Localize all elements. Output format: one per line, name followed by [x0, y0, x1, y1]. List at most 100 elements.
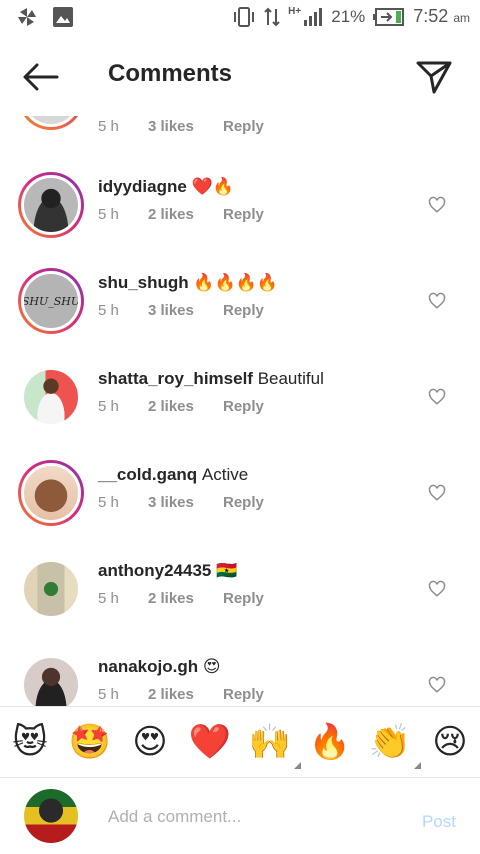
comment-likes[interactable]: 2 likes [148, 590, 223, 607]
arrow-left-icon [23, 63, 59, 91]
comment-likes[interactable]: 2 likes [148, 398, 223, 415]
heart-icon[interactable] [428, 292, 446, 310]
comment-time: 5 h [98, 206, 119, 223]
comment-item: __cold.ganq Active 5 h 3 likes Reply [0, 454, 480, 550]
emoji-heart-eyes-button[interactable]: 😍 [125, 725, 175, 759]
username-link[interactable]: shatta_roy_himself [98, 369, 253, 388]
vibrate-icon [234, 6, 255, 27]
comment-body: Beautiful [257, 369, 324, 388]
emoji-fire-button[interactable]: 🔥 [305, 725, 355, 759]
emoji-heart-eyes-cat-button[interactable]: 😻 [5, 725, 55, 759]
clock-time: 7:52 [413, 6, 449, 26]
emoji-red-heart-button[interactable]: ❤️ [185, 725, 235, 759]
comment-composer: Post [0, 778, 480, 854]
avatar[interactable] [18, 460, 84, 526]
comment-text: nanakojo.gh 😍 [98, 657, 221, 677]
reply-button[interactable]: Reply [223, 590, 264, 607]
username-link[interactable]: shu_shugh [98, 273, 189, 292]
emoji-clapping-button[interactable]: 👏 [365, 725, 421, 769]
avatar[interactable] [18, 172, 84, 238]
status-icons-right: H+ 21% 7:52 am [232, 6, 470, 27]
comment-likes[interactable]: 3 likes [148, 494, 223, 511]
my-avatar [24, 789, 78, 843]
avatar[interactable] [18, 116, 84, 130]
header: Comments [0, 36, 480, 116]
username-link[interactable]: idyydiagne [98, 177, 187, 196]
status-icons-left [16, 6, 74, 28]
emoji-bar: 😻 🤩 😍 ❤️ 🙌 🔥 👏 😢 [0, 706, 480, 778]
comment-text: shu_shugh 🔥🔥🔥🔥 [98, 273, 278, 293]
comment-text: idyydiagne ❤️🔥 [98, 177, 234, 197]
reply-button[interactable]: Reply [223, 398, 264, 415]
comment-item: SHU_SHU shu_shugh 🔥🔥🔥🔥 5 h 3 likes Reply [0, 262, 480, 358]
comment-time: 5 h [98, 118, 119, 135]
comment-likes[interactable]: 2 likes [148, 206, 223, 223]
avatar[interactable] [18, 556, 84, 622]
clock-ampm: am [453, 11, 470, 25]
comments-list[interactable]: 5 h 3 likes Reply idyydiagne ❤️🔥 5 h 2 l… [0, 116, 480, 706]
comment-body: 🇬🇭 [216, 561, 238, 580]
heart-icon[interactable] [428, 676, 446, 694]
username-link[interactable]: __cold.ganq [98, 465, 197, 484]
gallery-icon [53, 7, 73, 27]
heart-icon[interactable] [428, 484, 446, 502]
avatar[interactable]: SHU_SHU [18, 268, 84, 334]
pinwheel-icon [18, 8, 36, 26]
avatar-text: SHU_SHU [21, 294, 81, 308]
comment-item: 5 h 3 likes Reply [0, 116, 480, 170]
heart-icon[interactable] [428, 580, 446, 598]
comment-meta: 5 h 2 likes Reply [98, 590, 264, 607]
username-link[interactable]: nanakojo.gh [98, 657, 198, 676]
avatar[interactable] [18, 364, 84, 430]
comment-body: 🔥🔥🔥🔥 [193, 273, 279, 292]
clock: 7:52 am [413, 6, 470, 27]
share-button[interactable] [414, 58, 454, 96]
comment-input[interactable] [108, 804, 398, 830]
comment-likes[interactable]: 2 likes [148, 686, 223, 703]
page-title: Comments [108, 60, 233, 87]
comment-item: nanakojo.gh 😍 5 h 2 likes Reply [0, 646, 480, 706]
battery-charging-icon [373, 7, 405, 26]
reply-button[interactable]: Reply [223, 494, 264, 511]
comment-text: shatta_roy_himself Beautiful [98, 369, 324, 389]
comment-time: 5 h [98, 686, 119, 703]
paper-plane-icon [416, 61, 452, 94]
comment-meta: 5 h 3 likes Reply [98, 302, 264, 319]
username-link[interactable]: anthony24435 [98, 561, 211, 580]
status-bar: H+ 21% 7:52 am [0, 0, 480, 36]
emoji-raised-hands-button[interactable]: 🙌 [245, 723, 301, 769]
reply-button[interactable]: Reply [223, 206, 264, 223]
emoji-star-struck-button[interactable]: 🤩 [65, 725, 115, 759]
comment-meta: 5 h 2 likes Reply [98, 686, 264, 703]
comment-time: 5 h [98, 398, 119, 415]
comment-text: anthony24435 🇬🇭 [98, 561, 237, 581]
comment-likes[interactable]: 3 likes [148, 302, 223, 319]
comment-likes[interactable]: 3 likes [148, 118, 223, 135]
reply-button[interactable]: Reply [223, 302, 264, 319]
reply-button[interactable]: Reply [223, 686, 264, 703]
data-arrows-icon [264, 7, 280, 26]
comment-body: 😍 [202, 657, 221, 676]
reply-button[interactable]: Reply [223, 118, 264, 135]
avatar[interactable] [18, 652, 84, 706]
skin-tone-indicator-icon [294, 762, 301, 769]
heart-icon[interactable] [428, 388, 446, 406]
comment-meta: 5 h 2 likes Reply [98, 206, 264, 223]
network-type: H+ [288, 6, 302, 17]
comment-item: anthony24435 🇬🇭 5 h 2 likes Reply [0, 550, 480, 646]
heart-icon[interactable] [428, 196, 446, 214]
comment-time: 5 h [98, 494, 119, 511]
post-button[interactable]: Post [422, 812, 456, 832]
emoji-crying-button[interactable]: 😢 [425, 725, 475, 759]
comment-meta: 5 h 3 likes Reply [98, 118, 264, 135]
comment-body: Active [201, 465, 249, 484]
battery-percent: 21% [331, 6, 366, 26]
comment-text: __cold.ganq Active [98, 465, 248, 485]
comment-meta: 5 h 3 likes Reply [98, 494, 264, 511]
comment-meta: 5 h 2 likes Reply [98, 398, 264, 415]
comment-item: shatta_roy_himself Beautiful 5 h 2 likes… [0, 358, 480, 454]
back-button[interactable] [20, 58, 62, 96]
emoji-raised-hands-glyph: 🙌 [248, 723, 292, 761]
signal-icon [304, 7, 323, 26]
skin-tone-indicator-icon [414, 762, 421, 769]
